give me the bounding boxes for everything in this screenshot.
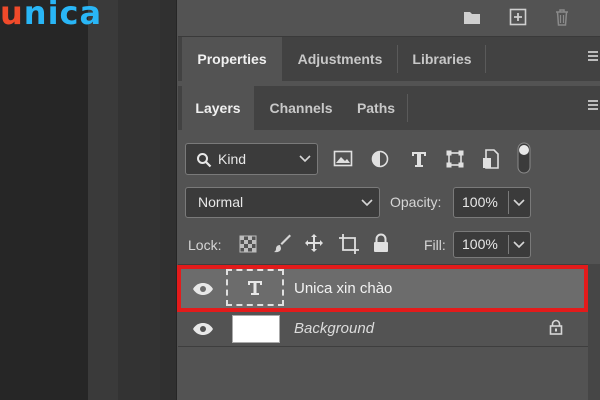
fill-label: Fill:	[424, 237, 446, 253]
tab-properties[interactable]: Properties	[182, 37, 282, 81]
adjustment-layer-filter-icon[interactable]	[371, 150, 389, 168]
highlight-annotation-box	[177, 265, 588, 312]
layer-filter-kind-select[interactable]: Kind	[185, 143, 318, 175]
pixel-layer-filter-icon[interactable]	[333, 150, 353, 168]
trash-icon[interactable]	[552, 7, 572, 27]
kind-label: Kind	[218, 151, 247, 167]
unica-logo: unica	[0, 0, 103, 32]
lock-label: Lock:	[188, 237, 222, 253]
field-divider	[508, 235, 509, 254]
layer-row-divider	[178, 346, 588, 347]
opacity-label: Opacity:	[390, 194, 442, 210]
tab-separator	[407, 94, 408, 122]
layers-scrollbar[interactable]	[588, 264, 600, 400]
chevron-down-icon	[361, 199, 373, 207]
layers-tab-bar: Layers Channels Paths	[178, 86, 600, 130]
type-layer-filter-icon[interactable]	[410, 150, 428, 168]
layer-lock-icon[interactable]	[549, 319, 563, 335]
tab-separator	[397, 45, 398, 73]
layer-row-background[interactable]: Background	[178, 312, 588, 354]
blend-mode-value: Normal	[198, 194, 244, 210]
panel-top-toolbar	[178, 0, 600, 37]
opacity-value: 100%	[462, 194, 498, 210]
lock-position-move-icon[interactable]	[304, 233, 324, 253]
search-icon	[197, 153, 212, 168]
lock-all-icon[interactable]	[372, 233, 390, 253]
tab-layers[interactable]: Layers	[182, 86, 254, 130]
tab-channels[interactable]: Channels	[256, 86, 346, 130]
left-workspace-strip	[0, 0, 88, 400]
panel-dock-column	[160, 0, 176, 400]
new-layer-icon[interactable]	[508, 7, 528, 27]
filter-toggle-switch[interactable]	[517, 142, 531, 174]
chevron-down-icon[interactable]	[513, 241, 525, 249]
opacity-input[interactable]: 100%	[453, 187, 531, 218]
field-divider	[508, 191, 509, 214]
blend-mode-select[interactable]: Normal	[185, 187, 380, 218]
chevron-down-icon[interactable]	[513, 199, 525, 207]
tab-content-strip	[178, 81, 600, 85]
eye-visibility-icon[interactable]	[192, 322, 214, 336]
tab-libraries[interactable]: Libraries	[400, 37, 484, 81]
lock-artboard-icon[interactable]	[338, 233, 360, 255]
properties-tab-bar: Properties Adjustments Libraries	[178, 37, 600, 81]
shape-layer-filter-icon[interactable]	[445, 149, 465, 169]
tab-separator	[485, 45, 486, 73]
tab-paths[interactable]: Paths	[346, 86, 406, 130]
layers-menu-icon[interactable]	[588, 100, 598, 112]
lock-image-pixels-brush-icon[interactable]	[273, 234, 293, 254]
panel-menu-icon[interactable]	[588, 51, 598, 63]
lock-transparent-pixels-icon[interactable]	[239, 235, 257, 253]
folder-icon[interactable]	[462, 7, 482, 27]
fill-input[interactable]: 100%	[453, 231, 531, 258]
background-layer-thumbnail	[232, 315, 280, 343]
fill-value: 100%	[462, 236, 498, 252]
canvas-edge	[88, 0, 118, 400]
chevron-down-icon	[299, 155, 311, 163]
layer-name[interactable]: Background	[294, 320, 374, 337]
smart-object-filter-icon[interactable]	[482, 149, 500, 169]
tab-adjustments[interactable]: Adjustments	[284, 37, 396, 81]
